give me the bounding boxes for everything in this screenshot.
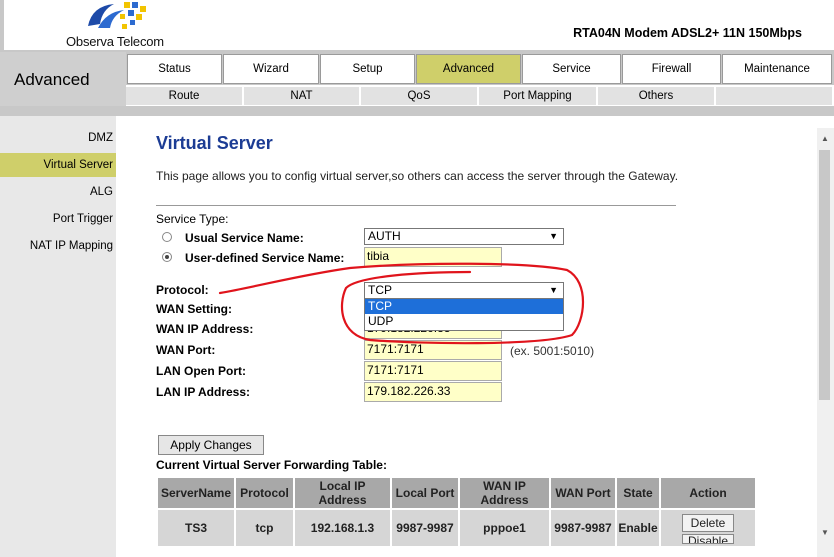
cell-action: Delete Disable: [661, 510, 755, 546]
col-wan-ip: WAN IP Address: [460, 478, 549, 508]
table-row: TS3 tcp 192.168.1.3 9987-9987 pppoe1 998…: [158, 510, 755, 546]
chevron-down-icon: ▼: [549, 285, 558, 295]
subtab-empty: [716, 87, 832, 105]
user-defined-input[interactable]: tibia: [364, 247, 502, 267]
subtab-others[interactable]: Others: [598, 87, 714, 105]
col-wan-port: WAN Port: [551, 478, 615, 508]
logo-text: Observa Telecom: [66, 34, 164, 49]
scroll-down-icon[interactable]: ▼: [821, 528, 829, 537]
usual-service-value: AUTH: [368, 229, 401, 243]
protocol-option-tcp[interactable]: TCP: [365, 299, 563, 314]
protocol-dropdown-list[interactable]: TCP UDP: [364, 298, 564, 331]
subtab-port-mapping[interactable]: Port Mapping: [479, 87, 596, 105]
tab-status[interactable]: Status: [127, 54, 222, 84]
wan-port-input[interactable]: 7171:7171: [364, 340, 502, 360]
sidebar: DMZ Virtual Server ALG Port Trigger NAT …: [0, 116, 116, 557]
user-defined-label: User-defined Service Name:: [185, 251, 345, 265]
subtab-nat[interactable]: NAT: [244, 87, 359, 105]
delete-button[interactable]: Delete: [682, 514, 734, 532]
lan-ip-label: LAN IP Address:: [156, 385, 251, 399]
protocol-value: TCP: [368, 283, 392, 297]
tab-wizard[interactable]: Wizard: [223, 54, 319, 84]
forwarding-table: ServerName Protocol Local IP Address Loc…: [156, 476, 757, 548]
cell-server-name: TS3: [158, 510, 234, 546]
col-local-ip: Local IP Address: [295, 478, 390, 508]
col-state: State: [617, 478, 659, 508]
protocol-option-udp[interactable]: UDP: [365, 314, 563, 329]
scroll-up-icon[interactable]: ▲: [821, 134, 829, 143]
usual-service-label: Usual Service Name:: [185, 231, 304, 245]
user-defined-radio[interactable]: [162, 252, 172, 262]
subtab-route[interactable]: Route: [126, 87, 242, 105]
protocol-select[interactable]: TCP ▼: [364, 282, 564, 299]
cell-wan-port: 9987-9987: [551, 510, 615, 546]
chevron-down-icon: ▼: [549, 231, 558, 241]
disable-button[interactable]: Disable: [682, 534, 734, 544]
header-panel: Observa Telecom RTA04N Modem ADSL2+ 11N …: [4, 0, 834, 50]
tab-service[interactable]: Service: [522, 54, 621, 84]
page-title: Virtual Server: [156, 133, 273, 153]
wan-port-label: WAN Port:: [156, 343, 216, 357]
section-title: Advanced: [14, 70, 90, 89]
lan-ip-input[interactable]: 179.182.226.33: [364, 382, 502, 402]
cell-protocol: tcp: [236, 510, 293, 546]
page-description: This page allows you to config virtual s…: [156, 169, 679, 183]
lan-open-port-input[interactable]: 7171:7171: [364, 361, 502, 381]
wan-ip-label: WAN IP Address:: [156, 322, 254, 336]
cell-local-ip: 192.168.1.3: [295, 510, 390, 546]
scroll-thumb[interactable]: [819, 150, 830, 400]
col-server-name: ServerName: [158, 478, 234, 508]
col-local-port: Local Port: [392, 478, 458, 508]
wan-port-hint: (ex. 5001:5010): [510, 344, 595, 358]
protocol-label: Protocol:: [156, 283, 209, 297]
col-protocol: Protocol: [236, 478, 293, 508]
sidebar-item-virtual-server[interactable]: Virtual Server: [0, 153, 116, 177]
sidebar-item-port-trigger[interactable]: Port Trigger: [0, 207, 116, 231]
product-name: RTA04N Modem ADSL2+ 11N 150Mbps: [573, 26, 802, 40]
sidebar-item-nat-ip-mapping[interactable]: NAT IP Mapping: [0, 234, 116, 258]
sidebar-item-alg[interactable]: ALG: [0, 180, 116, 204]
apply-changes-button[interactable]: Apply Changes: [158, 435, 264, 455]
tab-firewall[interactable]: Firewall: [622, 54, 721, 84]
sidebar-item-dmz[interactable]: DMZ: [0, 126, 116, 150]
lan-open-port-label: LAN Open Port:: [156, 364, 246, 378]
tab-advanced[interactable]: Advanced: [416, 54, 521, 84]
usual-service-radio[interactable]: [162, 232, 172, 242]
cell-local-port: 9987-9987: [392, 510, 458, 546]
vertical-scrollbar[interactable]: ▲ ▼: [817, 128, 834, 557]
cell-wan-ip: pppoe1: [460, 510, 549, 546]
divider: [156, 205, 676, 206]
subtab-qos[interactable]: QoS: [361, 87, 477, 105]
separator-band: [0, 106, 834, 116]
table-header-row: ServerName Protocol Local IP Address Loc…: [158, 478, 755, 508]
cell-state: Enable: [617, 510, 659, 546]
observa-logo-icon: [88, 2, 146, 29]
usual-service-select[interactable]: AUTH ▼: [364, 228, 564, 245]
service-type-label: Service Type:: [156, 212, 229, 226]
table-title: Current Virtual Server Forwarding Table:: [156, 458, 387, 472]
tab-setup[interactable]: Setup: [320, 54, 415, 84]
col-action: Action: [661, 478, 755, 508]
tab-maintenance[interactable]: Maintenance: [722, 54, 832, 84]
wan-setting-label: WAN Setting:: [156, 302, 232, 316]
